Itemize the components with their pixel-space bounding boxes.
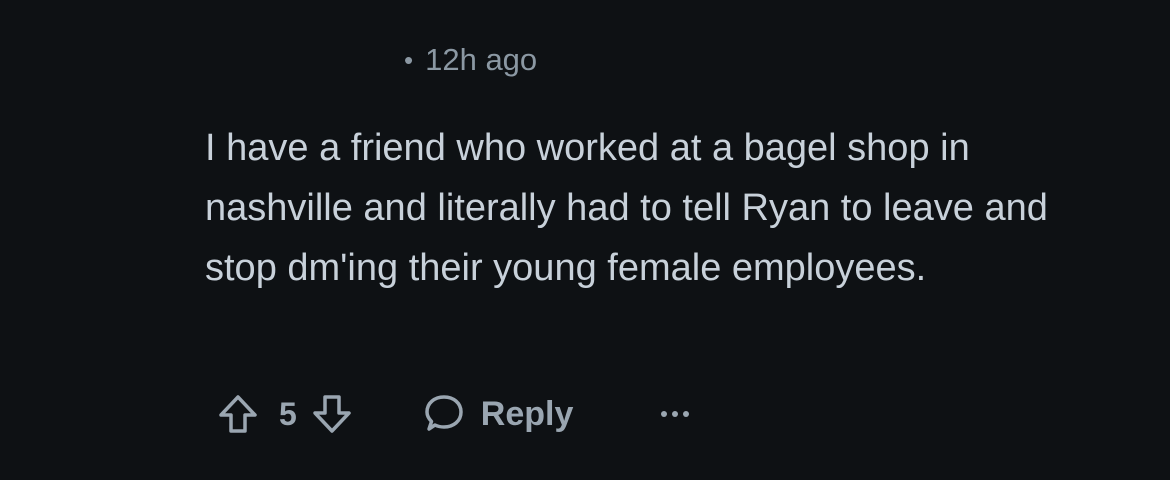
comment-body: I have a friend who worked at a bagel sh… <box>205 127 1048 289</box>
downvote-button[interactable] <box>309 391 355 437</box>
more-horizontal-icon <box>661 411 668 417</box>
arrow-down-icon <box>313 395 351 433</box>
reply-button[interactable]: Reply <box>419 390 574 438</box>
more-options-button[interactable] <box>657 403 693 425</box>
reply-label: Reply <box>480 394 574 433</box>
comment-meta: • 12h ago <box>372 38 537 82</box>
timestamp: 12h ago <box>425 42 538 77</box>
arrow-up-icon <box>219 395 257 433</box>
more-horizontal-icon <box>672 411 679 417</box>
upvote-button[interactable] <box>215 391 261 437</box>
more-horizontal-icon <box>683 411 690 417</box>
comment-actions: 5 Reply <box>215 386 693 442</box>
meta-separator: • <box>404 44 414 75</box>
vote-score: 5 <box>279 395 297 432</box>
comment: • 12h ago I have a friend who worked at … <box>0 0 1170 480</box>
speech-bubble-icon <box>425 395 463 431</box>
